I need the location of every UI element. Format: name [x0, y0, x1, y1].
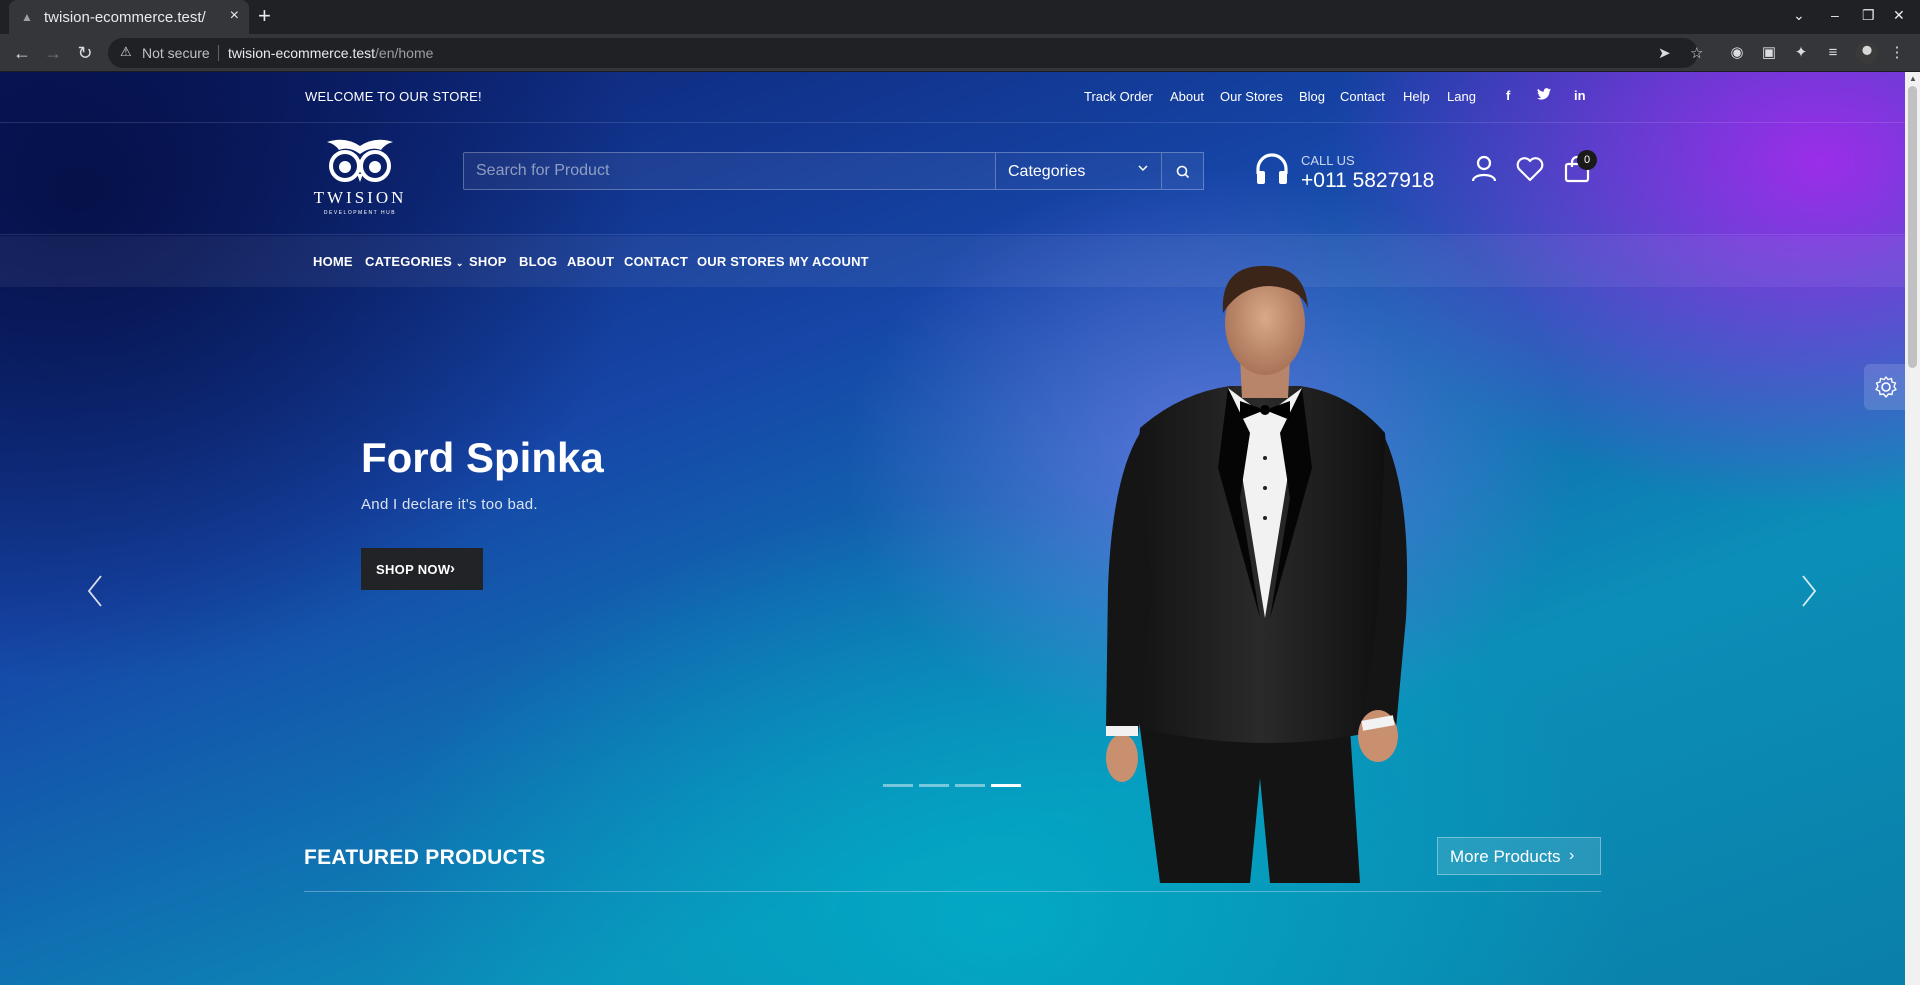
browser-tabstrip: ▲ twision-ecommerce.test/ × + ⌄ – ❐ ✕: [0, 0, 1920, 34]
toplink-lang[interactable]: Lang: [1447, 89, 1476, 104]
user-account-icon[interactable]: [1468, 153, 1500, 185]
settings-panel-toggle[interactable]: [1864, 364, 1908, 410]
wishlist-heart-icon[interactable]: [1514, 153, 1546, 185]
profile-avatar[interactable]: [1856, 42, 1878, 64]
hero-model-image: [1106, 265, 1408, 883]
shop-now-button[interactable]: SHOP NOW ›: [361, 548, 483, 590]
site-logo[interactable]: TWISION DEVELOPMENT HUB: [305, 134, 415, 218]
page-scrollbar[interactable]: ▲: [1905, 72, 1920, 985]
browser-tab[interactable]: ▲ twision-ecommerce.test/ ×: [9, 0, 249, 34]
close-tab-icon[interactable]: ×: [230, 8, 239, 24]
slider-dot-2[interactable]: [919, 784, 949, 787]
nav-blog[interactable]: BLOG: [519, 254, 557, 269]
scroll-up-arrow-icon[interactable]: ▲: [1909, 74, 1917, 83]
close-window-icon[interactable]: ✕: [1893, 7, 1905, 23]
toplink-our-stores[interactable]: Our Stores: [1220, 89, 1283, 104]
nav-categories[interactable]: CATEGORIES ⌄: [365, 254, 464, 269]
headphones-icon: [1256, 153, 1288, 184]
chevron-down-icon: ⌄: [455, 258, 464, 268]
extensions-puzzle-icon[interactable]: ✦: [1791, 43, 1811, 63]
search-input[interactable]: [464, 153, 995, 189]
call-us-label: CALL US: [1301, 153, 1355, 168]
nav-home[interactable]: HOME: [313, 254, 353, 269]
url-domain: twision-ecommerce.test: [228, 45, 376, 61]
warning-triangle-icon: ⚠: [120, 44, 132, 59]
nav-about[interactable]: ABOUT: [567, 254, 614, 269]
search-box: [463, 152, 996, 190]
extension-card-icon[interactable]: ▣: [1759, 43, 1779, 63]
nav-contact[interactable]: CONTACT: [624, 254, 688, 269]
scrollbar-thumb[interactable]: [1908, 86, 1917, 368]
hero-title: Ford Spinka: [361, 434, 604, 481]
call-us-phone[interactable]: +011 5827918: [1301, 169, 1434, 193]
slider-dot-4[interactable]: [991, 784, 1021, 787]
logo-subtitle: DEVELOPMENT HUB: [323, 210, 397, 216]
toplink-blog[interactable]: Blog: [1299, 89, 1325, 104]
logo-title: TWISION: [313, 188, 407, 207]
cart-count-badge: 0: [1577, 150, 1597, 170]
welcome-message: WELCOME TO OUR STORE!: [305, 89, 482, 104]
twitter-icon[interactable]: [1537, 88, 1551, 103]
chevron-right-icon: ›: [1569, 847, 1575, 864]
back-arrow-icon[interactable]: ←: [12, 43, 32, 63]
site-header: TWISION DEVELOPMENT HUB Categories CALL …: [0, 124, 1905, 235]
more-products-button[interactable]: More Products ›: [1437, 837, 1601, 875]
url-text[interactable]: twision-ecommerce.test/en/home: [228, 45, 433, 61]
category-select-label: Categories: [1008, 163, 1086, 180]
chevron-down-icon: [1137, 162, 1149, 177]
nav-our-stores[interactable]: OUR STORES: [697, 254, 785, 269]
owl-logo-icon: [327, 139, 393, 182]
toplink-contact[interactable]: Contact: [1340, 89, 1385, 104]
reload-icon[interactable]: ↻: [75, 43, 95, 63]
featured-divider: [304, 891, 1601, 892]
slider-dot-1[interactable]: [883, 784, 913, 787]
featured-products-heading: FEATURED PRODUCTS: [304, 846, 546, 869]
linkedin-icon[interactable]: in: [1574, 88, 1586, 103]
restore-window-icon[interactable]: ❐: [1862, 7, 1875, 23]
address-bar[interactable]: ⚠ Not secure twision-ecommerce.test/en/h…: [108, 38, 1703, 68]
main-nav: HOME CATEGORIES ⌄ SHOP BLOG ABOUT CONTAC…: [0, 236, 1905, 287]
address-divider: [218, 45, 219, 61]
reading-list-icon[interactable]: ≡: [1823, 43, 1843, 63]
bookmark-star-icon[interactable]: ☆: [1690, 44, 1703, 62]
shop-now-label: SHOP NOW: [376, 562, 451, 577]
security-label: Not secure: [142, 45, 210, 61]
tab-search-chevron-icon[interactable]: ⌄: [1793, 7, 1805, 23]
gear-icon: [1875, 376, 1897, 398]
search-button[interactable]: [1162, 152, 1204, 190]
nav-shop[interactable]: SHOP: [469, 254, 507, 269]
slider-prev-arrow-icon[interactable]: [84, 570, 106, 612]
send-tab-icon[interactable]: ➤: [1658, 44, 1671, 62]
category-select[interactable]: Categories: [996, 152, 1162, 190]
search-icon: [1176, 165, 1190, 179]
browser-toolbar: ← → ↻ ⚠ Not secure twision-ecommerce.tes…: [0, 34, 1920, 72]
forward-arrow-icon[interactable]: →: [43, 43, 63, 63]
tab-title: twision-ecommerce.test/: [44, 9, 206, 26]
new-tab-icon[interactable]: +: [258, 5, 271, 27]
facebook-icon[interactable]: f: [1506, 88, 1510, 103]
top-bar: WELCOME TO OUR STORE! Track Order About …: [0, 72, 1905, 123]
toplink-help[interactable]: Help: [1403, 89, 1430, 104]
extension-shield-icon[interactable]: ◉: [1727, 43, 1747, 63]
minimize-window-icon[interactable]: –: [1831, 7, 1839, 23]
menu-kebab-icon[interactable]: ⋮: [1887, 43, 1907, 63]
toplink-track-order[interactable]: Track Order: [1084, 89, 1153, 104]
nav-categories-label: CATEGORIES: [365, 254, 452, 269]
toplink-about[interactable]: About: [1170, 89, 1204, 104]
nav-my-account[interactable]: MY ACOUNT: [789, 254, 869, 269]
page-favicon-icon: ▲: [21, 10, 33, 24]
chevron-right-icon: ›: [450, 560, 455, 577]
more-products-label: More Products: [1450, 847, 1561, 866]
slider-dot-3[interactable]: [955, 784, 985, 787]
url-path: /en/home: [375, 45, 434, 61]
page-viewport: WELCOME TO OUR STORE! Track Order About …: [0, 72, 1920, 985]
slider-next-arrow-icon[interactable]: [1798, 570, 1820, 612]
hero-subtitle: And I declare it's too bad.: [361, 496, 538, 513]
